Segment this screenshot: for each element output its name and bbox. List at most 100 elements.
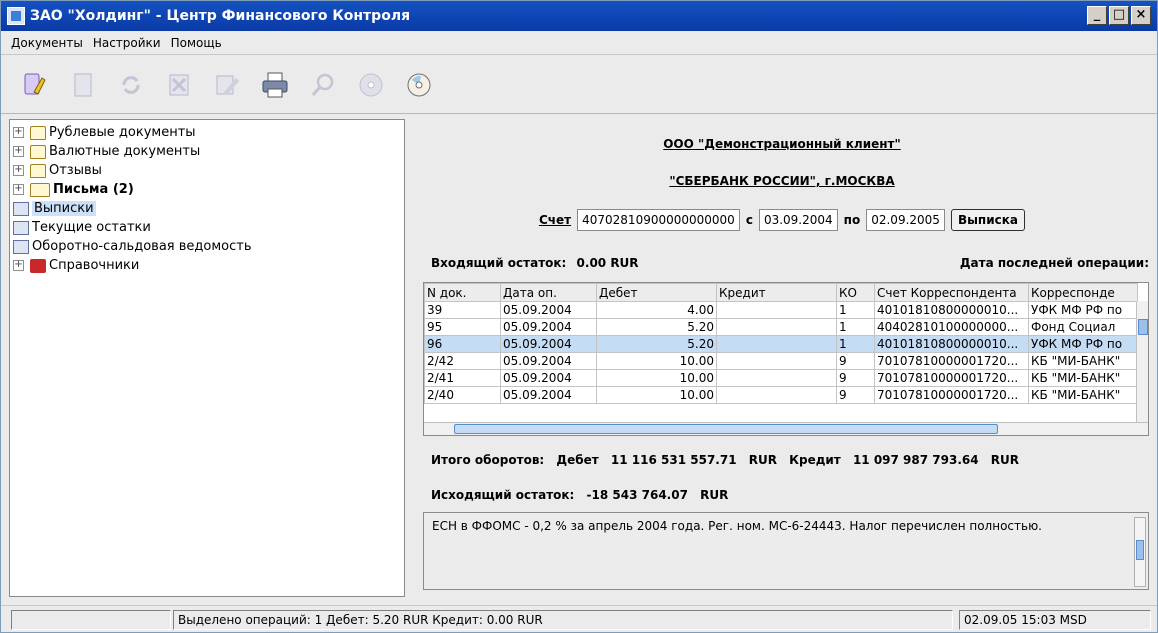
column-ko[interactable]: КО: [836, 283, 875, 302]
closing-balance-currency: RUR: [700, 488, 729, 502]
expand-icon[interactable]: +: [13, 260, 24, 271]
cell: 5.20: [596, 335, 717, 353]
client-name[interactable]: ООО "Демонстрационный клиент": [411, 137, 1153, 151]
cell: 10.00: [596, 386, 717, 404]
from-label: с: [745, 213, 753, 227]
print-icon[interactable]: [257, 67, 293, 103]
main-window: ЗАО "Холдинг" - Центр Финансового Контро…: [0, 0, 1158, 633]
expand-icon[interactable]: +: [13, 184, 24, 195]
menu-documents[interactable]: Документы: [7, 34, 87, 52]
minimize-button[interactable]: _: [1087, 6, 1107, 25]
table-row[interactable]: 2/40 05.09.2004 10.00 9 7010781000000172…: [424, 386, 1138, 404]
expand-icon[interactable]: +: [13, 165, 24, 176]
cell: 05.09.2004: [500, 301, 597, 319]
folder-icon: [30, 163, 46, 178]
table-vertical-scrollbar[interactable]: [1136, 301, 1148, 423]
folder-icon: [30, 125, 46, 140]
tree-item-turnover-balance[interactable]: Оборотно-сальдовая ведомость: [10, 237, 404, 256]
cell: 05.09.2004: [500, 369, 597, 387]
table-row-selected[interactable]: 96 05.09.2004 5.20 1 40101810800000010..…: [424, 335, 1138, 353]
statement-button[interactable]: Выписка: [950, 209, 1025, 231]
scroll-thumb[interactable]: [1136, 540, 1144, 560]
opening-balance: Входящий остаток: 0.00 RUR: [431, 256, 639, 270]
cell: Фонд Социал: [1028, 318, 1138, 336]
cell: КБ "МИ-БАНК": [1028, 352, 1138, 370]
totals-credit-label: Кредит: [789, 453, 841, 467]
disk-icon[interactable]: [353, 67, 389, 103]
column-doc-number[interactable]: N док.: [424, 283, 501, 302]
tree-item-currency-documents[interactable]: + Валютные документы: [10, 142, 404, 161]
bank-name[interactable]: "СБЕРБАНК РОССИИ", г.МОСКВА: [411, 174, 1153, 188]
to-label: по: [843, 213, 861, 227]
from-date-field[interactable]: 03.09.2004: [758, 209, 838, 231]
column-corr-account[interactable]: Счет Корреспондента: [874, 283, 1029, 302]
cell: КБ "МИ-БАНК": [1028, 369, 1138, 387]
tree-item-label: Рублевые документы: [49, 125, 196, 140]
cell: 9: [836, 352, 875, 370]
column-date[interactable]: Дата оп.: [500, 283, 597, 302]
menu-help[interactable]: Помощь: [167, 34, 226, 52]
tree-item-recalls[interactable]: + Отзывы: [10, 161, 404, 180]
cell: 10.00: [596, 352, 717, 370]
table-horizontal-scrollbar[interactable]: [424, 422, 1148, 435]
column-credit[interactable]: Кредит: [716, 283, 837, 302]
cell: [716, 352, 837, 370]
scroll-thumb[interactable]: [1138, 319, 1148, 335]
table-row[interactable]: 39 05.09.2004 4.00 1 40101810800000010..…: [424, 301, 1138, 319]
cell: 2/42: [424, 352, 501, 370]
account-label[interactable]: Счет: [539, 213, 571, 227]
status-bar: Выделено операций: 1 Дебет: 5.20 RUR Кре…: [1, 605, 1157, 633]
tree-item-label: Текущие остатки: [32, 220, 151, 235]
last-operation-date: Дата последней операции:: [959, 256, 1149, 270]
cell: КБ "МИ-БАНК": [1028, 386, 1138, 404]
table-row[interactable]: 2/41 05.09.2004 10.00 9 7010781000000172…: [424, 369, 1138, 387]
menu-settings[interactable]: Настройки: [89, 34, 165, 52]
to-date-field[interactable]: 02.09.2005: [866, 209, 945, 231]
toolbar: [1, 56, 1157, 114]
payment-purpose-text[interactable]: ЕСН в ФФОМС - 0,2 % за апрель 2004 года.…: [423, 512, 1149, 590]
totals-label: Итого оборотов:: [431, 453, 545, 467]
document-icon: [13, 239, 29, 254]
expand-icon[interactable]: +: [13, 146, 24, 157]
cancel-icon[interactable]: [161, 67, 197, 103]
totals-credit-currency: RUR: [990, 453, 1020, 467]
account-field[interactable]: 40702810900000000000: [577, 209, 740, 231]
search-icon[interactable]: [305, 67, 341, 103]
edit-icon[interactable]: [209, 67, 245, 103]
cell: 05.09.2004: [500, 318, 597, 336]
cell: 05.09.2004: [500, 352, 597, 370]
tree-item-current-balances[interactable]: Текущие остатки: [10, 218, 404, 237]
close-button[interactable]: ×: [1131, 6, 1151, 25]
table-row[interactable]: 2/42 05.09.2004 10.00 9 7010781000000172…: [424, 352, 1138, 370]
cell: [716, 386, 837, 404]
cell: 96: [424, 335, 501, 353]
refresh-icon[interactable]: [113, 67, 149, 103]
table-row[interactable]: 95 05.09.2004 5.20 1 40402810100000000..…: [424, 318, 1138, 336]
column-debit[interactable]: Дебет: [596, 283, 717, 302]
cell: 1: [836, 318, 875, 336]
expand-icon[interactable]: +: [13, 127, 24, 138]
totals-debit-value: 11 116 531 557.71: [610, 453, 737, 467]
tree-item-references[interactable]: + Справочники: [10, 256, 404, 275]
cell: [716, 301, 837, 319]
key-icon[interactable]: [17, 67, 53, 103]
title-bar[interactable]: ЗАО "Холдинг" - Центр Финансового Контро…: [1, 1, 1157, 31]
scroll-thumb[interactable]: [454, 424, 998, 434]
tree-item-label: Валютные документы: [49, 144, 201, 159]
totals-credit-value: 11 097 987 793.64: [852, 453, 979, 467]
tree-item-ruble-documents[interactable]: + Рублевые документы: [10, 123, 404, 142]
document-icon[interactable]: [65, 67, 101, 103]
cell: 9: [836, 386, 875, 404]
tree-item-letters[interactable]: + Письма (2): [10, 180, 404, 199]
cd-icon[interactable]: [401, 67, 437, 103]
cell: [716, 318, 837, 336]
tree-item-statements[interactable]: Выписки: [10, 199, 404, 218]
cell: 05.09.2004: [500, 386, 597, 404]
window-controls: _ □ ×: [1087, 6, 1151, 25]
window-title: ЗАО "Холдинг" - Центр Финансового Контро…: [30, 8, 411, 24]
totals-debit-label: Дебет: [556, 453, 599, 467]
maximize-button[interactable]: □: [1109, 6, 1129, 25]
column-correspondent[interactable]: Корреспонде: [1028, 283, 1138, 302]
note-scrollbar[interactable]: [1134, 517, 1146, 587]
totals-line: Итого оборотов: Дебет 11 116 531 557.71 …: [431, 453, 1019, 467]
